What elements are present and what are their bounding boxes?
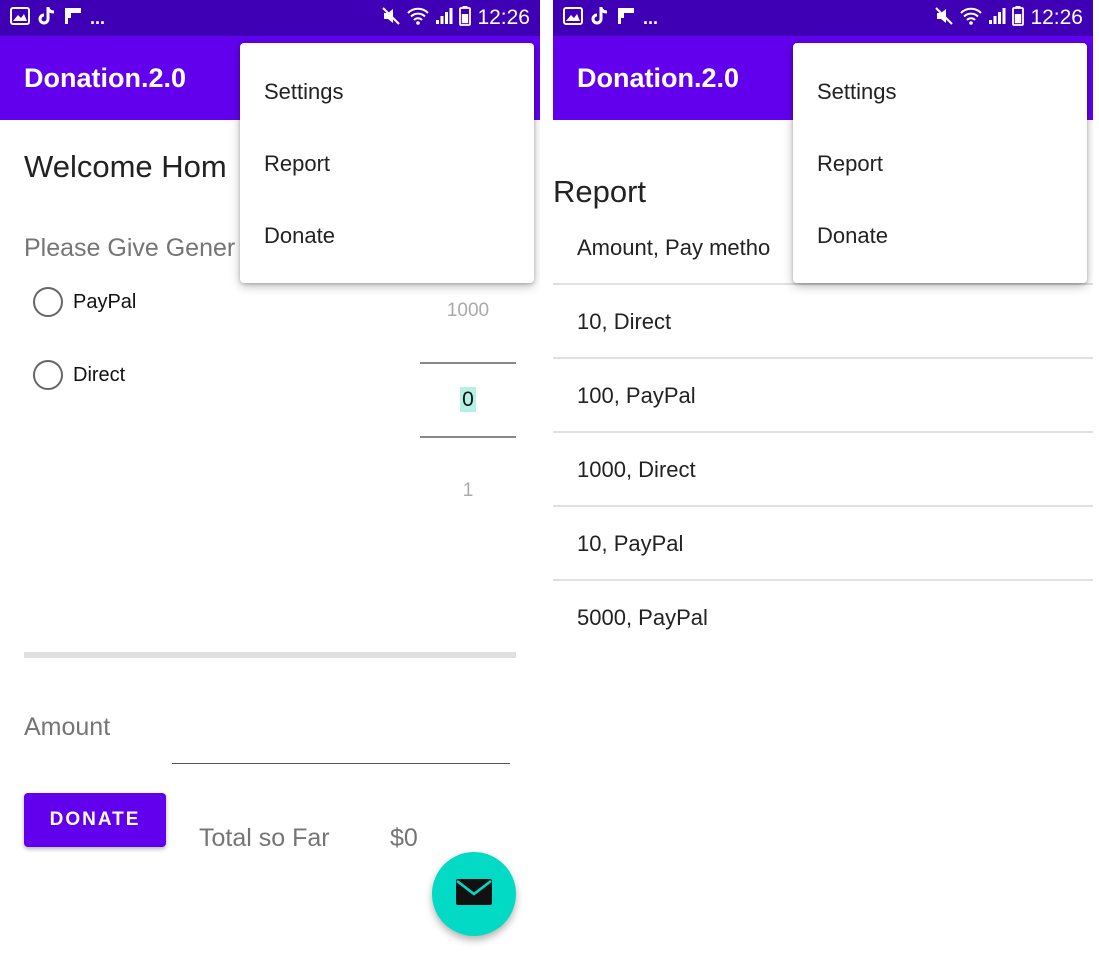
list-item-text: 1000, Direct <box>577 457 696 482</box>
picker-selected-value[interactable]: 0 <box>420 387 516 412</box>
email-fab[interactable] <box>432 852 516 936</box>
picker-divider <box>420 362 516 364</box>
picker-selected-text[interactable]: 0 <box>460 387 476 412</box>
amount-label: Amount <box>24 713 111 741</box>
mute-icon <box>381 6 401 31</box>
status-bar: ... 12:26 <box>553 0 1093 36</box>
list-item-text: 100, PayPal <box>577 383 696 408</box>
battery-icon <box>459 5 472 31</box>
list-item-text: 10, Direct <box>577 309 672 334</box>
picker-divider <box>420 436 516 438</box>
picker-value-below[interactable]: 1 <box>420 480 516 502</box>
list-item[interactable]: 1000, Direct <box>553 433 1093 507</box>
overflow-menu: Settings Report Donate <box>793 43 1087 283</box>
picker-value-above[interactable]: 1000 <box>420 300 516 322</box>
list-item-text: 10, PayPal <box>577 531 684 556</box>
donate-button[interactable]: DONATE <box>24 793 166 847</box>
status-time: 12:26 <box>1030 6 1083 29</box>
system-icons: 12:26 <box>381 5 530 31</box>
more-notifications: ... <box>90 8 106 28</box>
amount-field[interactable] <box>172 730 510 764</box>
radio-direct[interactable]: Direct <box>33 360 125 390</box>
mail-icon <box>455 878 493 911</box>
status-time: 12:26 <box>477 6 530 29</box>
menu-item-settings[interactable]: Settings <box>817 78 897 106</box>
mute-icon <box>934 6 954 31</box>
signal-icon <box>435 7 453 30</box>
image-icon <box>563 6 583 30</box>
app-title: Donation.2.0 <box>24 63 187 93</box>
total-so-far-label: Total so Far <box>199 824 330 852</box>
donate-screen: ... 12:26 Donation.2.0 Welcome Hom Pleas… <box>0 0 540 960</box>
list-item[interactable]: 100, PayPal <box>553 359 1093 433</box>
list-item[interactable]: 10, Direct <box>553 285 1093 359</box>
radio-label-paypal: PayPal <box>73 291 137 313</box>
notification-icons: ... <box>563 6 658 30</box>
amount-input[interactable] <box>172 730 510 763</box>
flipboard-icon <box>617 7 635 30</box>
app-title: Donation.2.0 <box>577 63 740 93</box>
tiktok-icon <box>38 6 56 31</box>
system-icons: 12:26 <box>934 5 1083 31</box>
donate-subtitle: Please Give Gener <box>24 234 236 262</box>
menu-item-report[interactable]: Report <box>817 150 883 178</box>
list-item[interactable]: 5000, PayPal <box>553 581 1093 655</box>
battery-icon <box>1012 5 1025 31</box>
radio-paypal[interactable]: PayPal <box>33 287 136 317</box>
radio-label-direct: Direct <box>73 364 126 386</box>
list-item-text: 5000, PayPal <box>577 605 708 630</box>
radio-button-circle[interactable] <box>33 287 63 317</box>
report-heading: Report <box>553 174 647 209</box>
menu-item-donate[interactable]: Donate <box>264 222 335 250</box>
tiktok-icon <box>591 6 609 31</box>
donation-progress-bar <box>24 652 516 658</box>
wifi-icon <box>960 7 983 30</box>
total-so-far-value: $0 <box>390 824 418 852</box>
menu-item-report[interactable]: Report <box>264 150 330 178</box>
flipboard-icon <box>64 7 82 30</box>
notification-icons: ... <box>10 6 105 30</box>
list-item[interactable]: 10, PayPal <box>553 507 1093 581</box>
menu-item-donate[interactable]: Donate <box>817 222 888 250</box>
image-icon <box>10 6 30 30</box>
report-screen: ... 12:26 Donation.2.0 Report Amount, Pa… <box>553 0 1093 960</box>
more-notifications: ... <box>643 8 659 28</box>
radio-button-circle[interactable] <box>33 360 63 390</box>
welcome-heading: Welcome Hom <box>24 149 227 184</box>
menu-item-settings[interactable]: Settings <box>264 78 344 106</box>
report-header-text: Amount, Pay metho <box>577 235 771 260</box>
status-bar: ... 12:26 <box>0 0 540 36</box>
overflow-menu: Settings Report Donate <box>240 43 534 283</box>
signal-icon <box>988 7 1006 30</box>
wifi-icon <box>407 7 430 30</box>
